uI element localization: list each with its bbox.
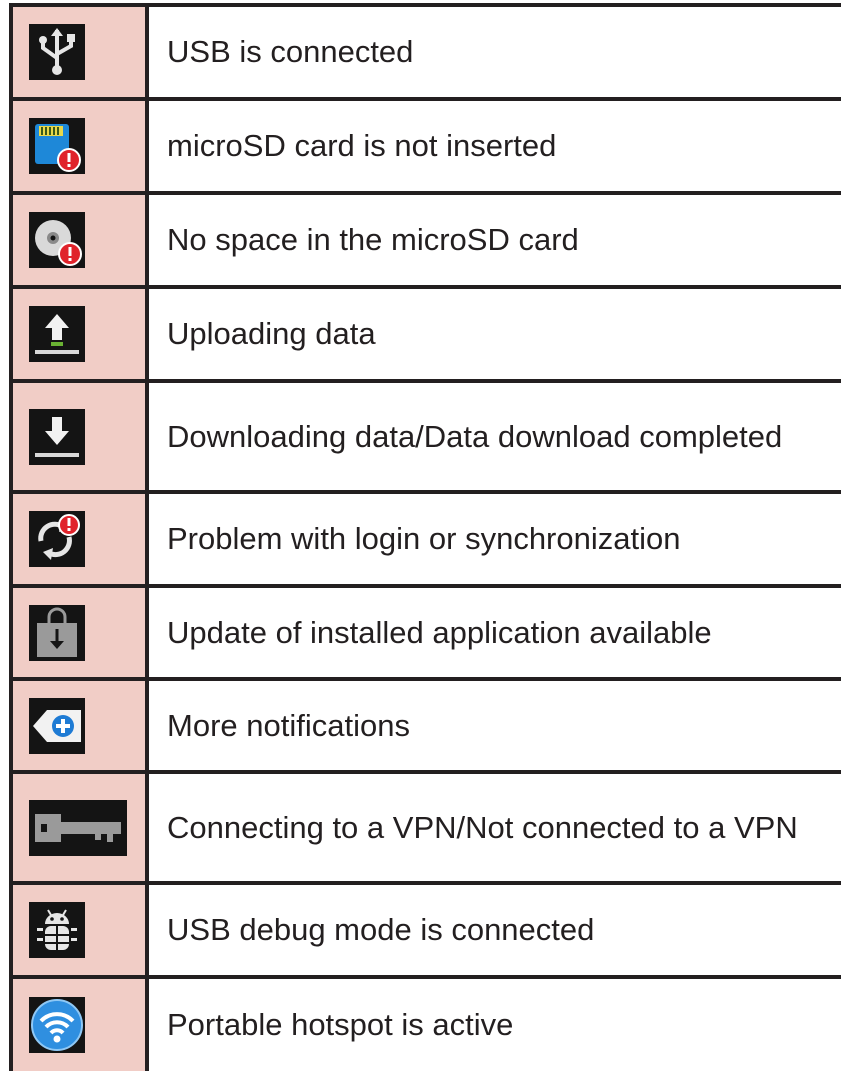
notification-icons-table: USB is connected microSD card is not ins… [9,3,841,1071]
vpn-key-icon [29,799,127,856]
sync-problem-icon [29,511,85,567]
table-row: USB is connected [13,7,841,101]
table-row: More notifications [13,681,841,774]
row-label: Downloading data/Data download completed [167,418,783,454]
icon-cell [13,979,149,1071]
icon-cell [13,289,149,379]
icon-cell [13,885,149,975]
table-row: No space in the microSD card [13,195,841,289]
hotspot-icon [29,997,85,1053]
table-row: USB debug mode is connected [13,885,841,979]
icon-cell [13,101,149,191]
upload-icon [29,306,85,362]
table-row: Uploading data [13,289,841,383]
row-label: Problem with login or synchronization [167,521,681,556]
row-label: Connecting to a VPN/Not connected to a V… [167,809,798,845]
table-row: Problem with login or synchronization [13,494,841,588]
table-row: Connecting to a VPN/Not connected to a V… [13,774,841,885]
more-notifications-icon [29,697,85,754]
icon-cell [13,195,149,285]
icon-cell [13,494,149,584]
icon-cell [13,681,149,770]
icon-cell [13,588,149,677]
microsd-not-inserted-icon [29,118,85,174]
table-row: Portable hotspot is active [13,979,841,1071]
download-icon [29,408,85,465]
usb-debug-icon [29,902,85,958]
table-row: microSD card is not inserted [13,101,841,195]
row-label: Update of installed application availabl… [167,614,712,650]
row-label: USB is connected [167,34,414,69]
row-label: No space in the microSD card [167,222,579,257]
row-label: Portable hotspot is active [167,1007,514,1042]
table-row: Update of installed application availabl… [13,588,841,681]
row-label: Uploading data [167,316,376,351]
row-label: microSD card is not inserted [167,128,557,163]
row-label: USB debug mode is connected [167,912,595,947]
icon-cell [13,774,149,881]
icon-cell [13,383,149,490]
table-row: Downloading data/Data download completed [13,383,841,494]
icon-cell [13,7,149,97]
usb-icon [29,24,85,80]
app-update-icon [29,604,85,661]
row-label: More notifications [167,707,410,743]
disk-full-icon [29,212,85,268]
